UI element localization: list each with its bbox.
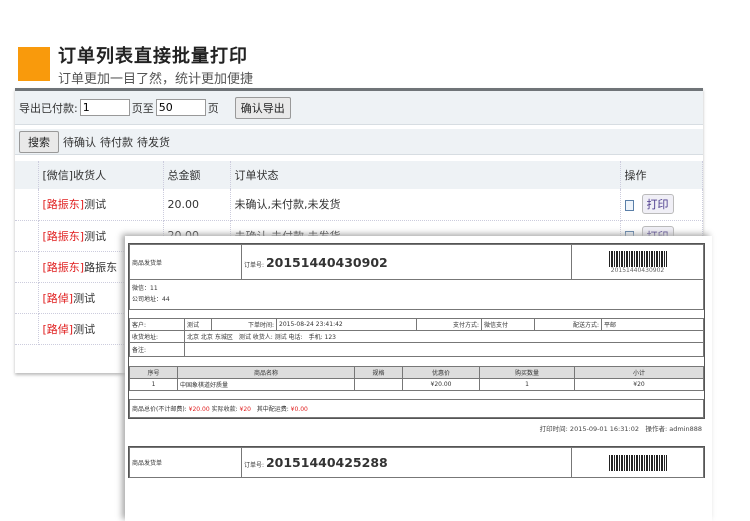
item-spec (354, 378, 403, 391)
export-to-input[interactable] (155, 99, 206, 116)
invoice: 商品发货单 订单号: 20151440430902 20151440430902… (128, 243, 705, 419)
barcode-icon (608, 454, 667, 471)
item-header-qty: 购买数量 (479, 366, 575, 379)
pay-label: 支付方式: (416, 318, 482, 331)
page-subtitle: 订单更加一目了然，统计更加便捷 (58, 72, 254, 87)
order-time-label: 下单时间: (211, 318, 277, 331)
invoice-title: 商品发货单 (129, 447, 242, 478)
invoice-2: 商品发货单 订单号: 20151440425288 (128, 446, 705, 478)
orange-marker (18, 47, 50, 81)
export-bar: 导出已付款: 页至 页 确认导出 (15, 91, 703, 125)
barcode: 20151440430902 (571, 244, 704, 280)
confirm-export-button[interactable]: 确认导出 (234, 96, 291, 119)
totals: 商品总价(不计邮费): ¥20.00 实际收款: ¥20 其中配运费: ¥0.0… (129, 399, 704, 418)
item-header-no: 序号 (129, 366, 178, 379)
select-cell (15, 251, 39, 283)
order-number: 订单号: 20151440425288 (241, 447, 572, 478)
view-doc-icon[interactable] (624, 199, 634, 211)
address-label: 收货地址: (129, 330, 185, 343)
invoice-title: 商品发货单 (129, 244, 242, 280)
filter-pending-shipment[interactable]: 待发货 (137, 134, 170, 150)
select-cell (15, 220, 39, 252)
to-label: 页至 (131, 101, 154, 115)
item-header-spec: 规格 (354, 366, 403, 379)
item-row: 1 中国象棋道好质量 ¥20.00 1 ¥20 (129, 378, 704, 391)
wechat: 微信：11 (132, 284, 158, 292)
filter-pending-confirm[interactable]: 待确认 (63, 134, 96, 150)
header-receiver: [微信]收货人 (38, 161, 164, 189)
select-cell (15, 282, 39, 314)
order-number: 订单号: 20151440430902 (241, 244, 572, 280)
filter-pending-payment[interactable]: 待付款 (100, 134, 133, 150)
barcode-icon (608, 250, 667, 267)
page-label: 页 (207, 101, 219, 115)
item-header-name: 商品名称 (177, 366, 355, 379)
search-bar: 搜索 待确认 待付款 待发货 (15, 129, 703, 155)
actions: 打印 (620, 189, 703, 221)
print-time: 打印时间: 2015-09-01 16:31:02 操作者: admin888 (539, 425, 702, 433)
page-title: 订单列表直接批量打印 (58, 46, 248, 67)
select-header (15, 161, 39, 189)
barcode (571, 447, 704, 478)
header-status: 订单状态 (230, 161, 621, 189)
remark-label: 备注: (129, 342, 185, 357)
ship-label: 配送方式: (534, 318, 602, 331)
item-price: ¥20.00 (402, 378, 480, 391)
export-label: 导出已付款: (19, 101, 78, 115)
pay-method: 微信支付 (481, 318, 535, 331)
print-preview: 商品发货单 订单号: 20151440430902 20151440430902… (125, 236, 712, 521)
table-row: [路振东]测试 20.00 未确认,未付款,未发货 打印 (15, 189, 703, 221)
header-actions: 操作 (620, 161, 703, 189)
select-cell (15, 313, 39, 345)
address: 北京 北京 东城区 测试 收货人: 测试 电话: 手机: 123 (184, 330, 704, 343)
company-address: 公司地址：44 (132, 295, 170, 303)
order-time: 2015-08-24 23:41:42 (276, 318, 417, 331)
item-qty: 1 (479, 378, 575, 391)
search-button[interactable]: 搜索 (19, 130, 59, 153)
ship-method: 平邮 (601, 318, 704, 331)
item-name: 中国象棋道好质量 (177, 378, 355, 391)
item-header-price: 优惠价 (402, 366, 480, 379)
export-from-input[interactable] (79, 99, 130, 116)
header-total: 总金额 (163, 161, 231, 189)
customer: 测试 (184, 318, 212, 331)
item-subtotal: ¥20 (574, 378, 704, 391)
item-header-subtotal: 小计 (574, 366, 704, 379)
item-no: 1 (129, 378, 178, 391)
status: 未确认,未付款,未发货 (230, 189, 621, 221)
customer-label: 客户: (129, 318, 185, 331)
print-button[interactable]: 打印 (641, 194, 674, 215)
receiver: [路振东]测试 (38, 189, 164, 221)
total: 20.00 (163, 189, 231, 221)
select-cell (15, 189, 39, 221)
